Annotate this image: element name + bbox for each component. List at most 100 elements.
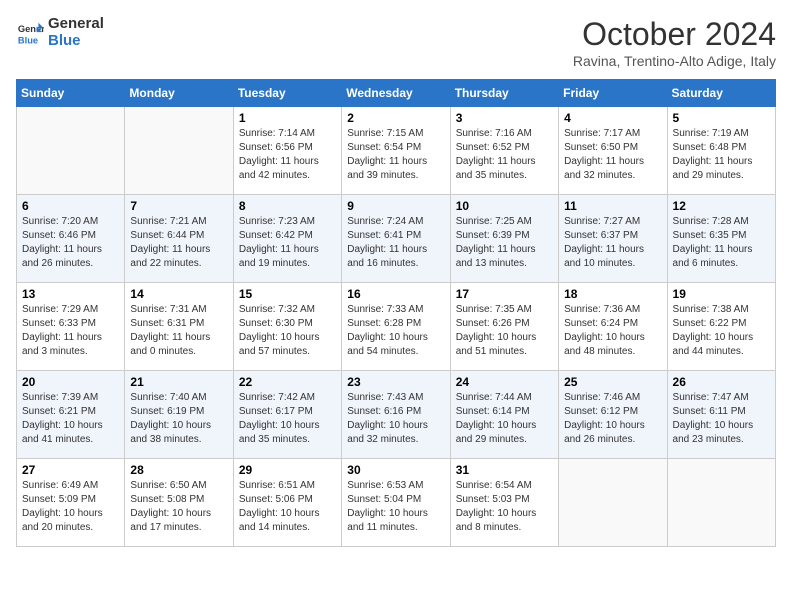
table-cell: 22 Sunrise: 7:42 AMSunset: 6:17 PMDayligh… bbox=[233, 371, 341, 459]
day-number: 18 bbox=[564, 287, 661, 301]
day-number: 30 bbox=[347, 463, 444, 477]
table-cell bbox=[17, 107, 125, 195]
month-title: October 2024 bbox=[573, 16, 776, 53]
day-number: 27 bbox=[22, 463, 119, 477]
page-header: General Blue General Blue October 2024 R… bbox=[16, 16, 776, 69]
day-info: Sunrise: 7:35 AMSunset: 6:26 PMDaylight:… bbox=[456, 303, 553, 359]
table-cell bbox=[667, 459, 775, 547]
day-info: Sunrise: 7:16 AMSunset: 6:52 PMDaylight:… bbox=[456, 127, 553, 183]
table-cell: 9 Sunrise: 7:24 AMSunset: 6:41 PMDaylight… bbox=[342, 195, 450, 283]
title-block: October 2024 Ravina, Trentino-Alto Adige… bbox=[573, 16, 776, 69]
day-info: Sunrise: 7:31 AMSunset: 6:31 PMDaylight:… bbox=[130, 303, 227, 359]
day-info: Sunrise: 6:53 AMSunset: 5:04 PMDaylight:… bbox=[347, 479, 444, 535]
day-number: 1 bbox=[239, 111, 336, 125]
day-number: 2 bbox=[347, 111, 444, 125]
header-sunday: Sunday bbox=[17, 80, 125, 107]
table-cell: 21 Sunrise: 7:40 AMSunset: 6:19 PMDayligh… bbox=[125, 371, 233, 459]
table-cell: 16Sunrise: 7:33 AMSunset: 6:28 PMDayligh… bbox=[342, 283, 450, 371]
day-number: 13 bbox=[22, 287, 119, 301]
day-info: Sunrise: 7:24 AMSunset: 6:41 PMDaylight:… bbox=[347, 215, 444, 271]
svg-text:Blue: Blue bbox=[18, 35, 38, 45]
day-number: 16 bbox=[347, 287, 444, 301]
calendar-week-row: 13 Sunrise: 7:29 AMSunset: 6:33 PMDayligh… bbox=[17, 283, 776, 371]
day-info: Sunrise: 6:54 AMSunset: 5:03 PMDaylight:… bbox=[456, 479, 553, 535]
table-cell: 8 Sunrise: 7:23 AMSunset: 6:42 PMDaylight… bbox=[233, 195, 341, 283]
table-cell: 28 Sunrise: 6:50 AMSunset: 5:08 PMDayligh… bbox=[125, 459, 233, 547]
table-cell: 3 Sunrise: 7:16 AMSunset: 6:52 PMDaylight… bbox=[450, 107, 558, 195]
day-info: Sunrise: 7:15 AMSunset: 6:54 PMDaylight:… bbox=[347, 127, 444, 183]
day-info: Sunrise: 7:28 AMSunset: 6:35 PMDaylight:… bbox=[673, 215, 770, 271]
table-cell: 17 Sunrise: 7:35 AMSunset: 6:26 PMDayligh… bbox=[450, 283, 558, 371]
day-number: 22 bbox=[239, 375, 336, 389]
day-number: 19 bbox=[673, 287, 770, 301]
day-number: 29 bbox=[239, 463, 336, 477]
day-number: 12 bbox=[673, 199, 770, 213]
day-number: 11 bbox=[564, 199, 661, 213]
header-saturday: Saturday bbox=[667, 80, 775, 107]
day-info: Sunrise: 7:23 AMSunset: 6:42 PMDaylight:… bbox=[239, 215, 336, 271]
calendar-week-row: 1 Sunrise: 7:14 AMSunset: 6:56 PMDaylight… bbox=[17, 107, 776, 195]
table-cell: 2 Sunrise: 7:15 AMSunset: 6:54 PMDaylight… bbox=[342, 107, 450, 195]
logo-text-blue: Blue bbox=[48, 33, 104, 50]
day-number: 3 bbox=[456, 111, 553, 125]
day-number: 28 bbox=[130, 463, 227, 477]
day-number: 9 bbox=[347, 199, 444, 213]
table-cell: 5Sunrise: 7:19 AMSunset: 6:48 PMDaylight… bbox=[667, 107, 775, 195]
day-info: Sunrise: 7:40 AMSunset: 6:19 PMDaylight:… bbox=[130, 391, 227, 447]
header-thursday: Thursday bbox=[450, 80, 558, 107]
table-cell bbox=[559, 459, 667, 547]
table-cell: 14 Sunrise: 7:31 AMSunset: 6:31 PMDayligh… bbox=[125, 283, 233, 371]
day-info: Sunrise: 7:20 AMSunset: 6:46 PMDaylight:… bbox=[22, 215, 119, 271]
day-info: Sunrise: 6:51 AMSunset: 5:06 PMDaylight:… bbox=[239, 479, 336, 535]
day-info: Sunrise: 6:49 AMSunset: 5:09 PMDaylight:… bbox=[22, 479, 119, 535]
day-info: Sunrise: 6:50 AMSunset: 5:08 PMDaylight:… bbox=[130, 479, 227, 535]
day-info: Sunrise: 7:14 AMSunset: 6:56 PMDaylight:… bbox=[239, 127, 336, 183]
table-cell: 23Sunrise: 7:43 AMSunset: 6:16 PMDayligh… bbox=[342, 371, 450, 459]
table-cell: 20Sunrise: 7:39 AMSunset: 6:21 PMDayligh… bbox=[17, 371, 125, 459]
day-info: Sunrise: 7:29 AMSunset: 6:33 PMDaylight:… bbox=[22, 303, 119, 359]
day-number: 14 bbox=[130, 287, 227, 301]
day-info: Sunrise: 7:17 AMSunset: 6:50 PMDaylight:… bbox=[564, 127, 661, 183]
table-cell: 7 Sunrise: 7:21 AMSunset: 6:44 PMDaylight… bbox=[125, 195, 233, 283]
calendar-header-row: Sunday Monday Tuesday Wednesday Thursday… bbox=[17, 80, 776, 107]
day-number: 10 bbox=[456, 199, 553, 213]
table-cell: 24 Sunrise: 7:44 AMSunset: 6:14 PMDayligh… bbox=[450, 371, 558, 459]
day-info: Sunrise: 7:38 AMSunset: 6:22 PMDaylight:… bbox=[673, 303, 770, 359]
table-cell: 26 Sunrise: 7:47 AMSunset: 6:11 PMDayligh… bbox=[667, 371, 775, 459]
day-info: Sunrise: 7:46 AMSunset: 6:12 PMDaylight:… bbox=[564, 391, 661, 447]
day-number: 26 bbox=[673, 375, 770, 389]
table-cell: 11Sunrise: 7:27 AMSunset: 6:37 PMDayligh… bbox=[559, 195, 667, 283]
day-number: 17 bbox=[456, 287, 553, 301]
calendar-week-row: 27 Sunrise: 6:49 AMSunset: 5:09 PMDayligh… bbox=[17, 459, 776, 547]
table-cell: 13 Sunrise: 7:29 AMSunset: 6:33 PMDayligh… bbox=[17, 283, 125, 371]
header-monday: Monday bbox=[125, 80, 233, 107]
calendar-week-row: 20Sunrise: 7:39 AMSunset: 6:21 PMDayligh… bbox=[17, 371, 776, 459]
day-number: 8 bbox=[239, 199, 336, 213]
day-info: Sunrise: 7:42 AMSunset: 6:17 PMDaylight:… bbox=[239, 391, 336, 447]
table-cell: 30 Sunrise: 6:53 AMSunset: 5:04 PMDayligh… bbox=[342, 459, 450, 547]
day-number: 23 bbox=[347, 375, 444, 389]
day-info: Sunrise: 7:32 AMSunset: 6:30 PMDaylight:… bbox=[239, 303, 336, 359]
header-tuesday: Tuesday bbox=[233, 80, 341, 107]
table-cell: 18Sunrise: 7:36 AMSunset: 6:24 PMDayligh… bbox=[559, 283, 667, 371]
day-info: Sunrise: 7:39 AMSunset: 6:21 PMDaylight:… bbox=[22, 391, 119, 447]
table-cell bbox=[125, 107, 233, 195]
day-info: Sunrise: 7:47 AMSunset: 6:11 PMDaylight:… bbox=[673, 391, 770, 447]
table-cell: 12 Sunrise: 7:28 AMSunset: 6:35 PMDayligh… bbox=[667, 195, 775, 283]
day-number: 15 bbox=[239, 287, 336, 301]
table-cell: 15 Sunrise: 7:32 AMSunset: 6:30 PMDayligh… bbox=[233, 283, 341, 371]
day-number: 24 bbox=[456, 375, 553, 389]
table-cell: 10Sunrise: 7:25 AMSunset: 6:39 PMDayligh… bbox=[450, 195, 558, 283]
day-info: Sunrise: 7:21 AMSunset: 6:44 PMDaylight:… bbox=[130, 215, 227, 271]
table-cell: 29 Sunrise: 6:51 AMSunset: 5:06 PMDayligh… bbox=[233, 459, 341, 547]
table-cell: 27 Sunrise: 6:49 AMSunset: 5:09 PMDayligh… bbox=[17, 459, 125, 547]
logo: General Blue General Blue bbox=[16, 16, 104, 49]
day-number: 7 bbox=[130, 199, 227, 213]
calendar-week-row: 6Sunrise: 7:20 AMSunset: 6:46 PMDaylight… bbox=[17, 195, 776, 283]
day-number: 21 bbox=[130, 375, 227, 389]
header-wednesday: Wednesday bbox=[342, 80, 450, 107]
logo-icon: General Blue bbox=[16, 19, 44, 47]
day-info: Sunrise: 7:44 AMSunset: 6:14 PMDaylight:… bbox=[456, 391, 553, 447]
day-number: 25 bbox=[564, 375, 661, 389]
header-friday: Friday bbox=[559, 80, 667, 107]
